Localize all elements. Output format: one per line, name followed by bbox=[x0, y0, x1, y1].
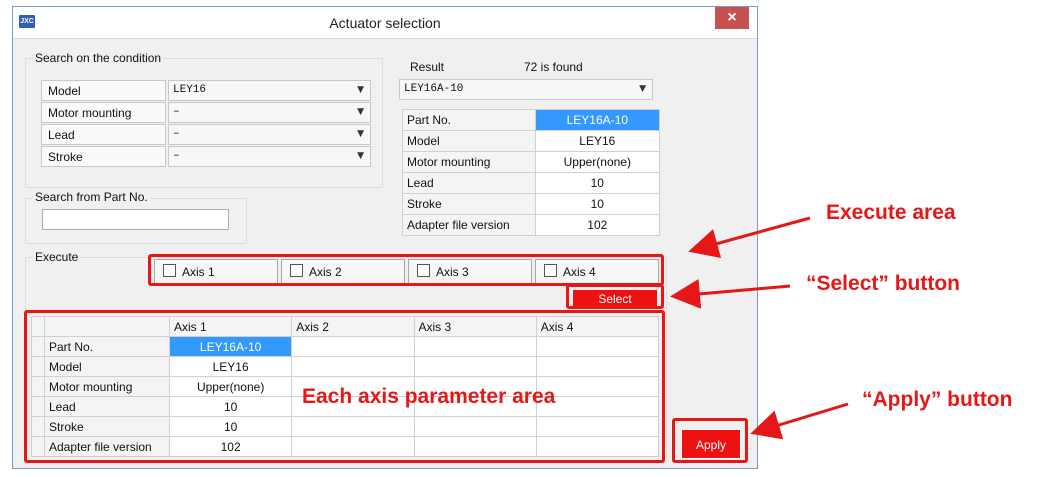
apply-button-arrow bbox=[750, 402, 849, 440]
execute-area-annotation: Execute area bbox=[826, 201, 956, 224]
select-button-arrow bbox=[670, 278, 791, 309]
apply-button-annotation: “Apply” button bbox=[862, 388, 1013, 411]
execute-area-arrow bbox=[688, 216, 811, 259]
param-area-annotation: Each axis parameter area bbox=[302, 385, 556, 408]
select-button-annotation: “Select” button bbox=[806, 272, 961, 295]
